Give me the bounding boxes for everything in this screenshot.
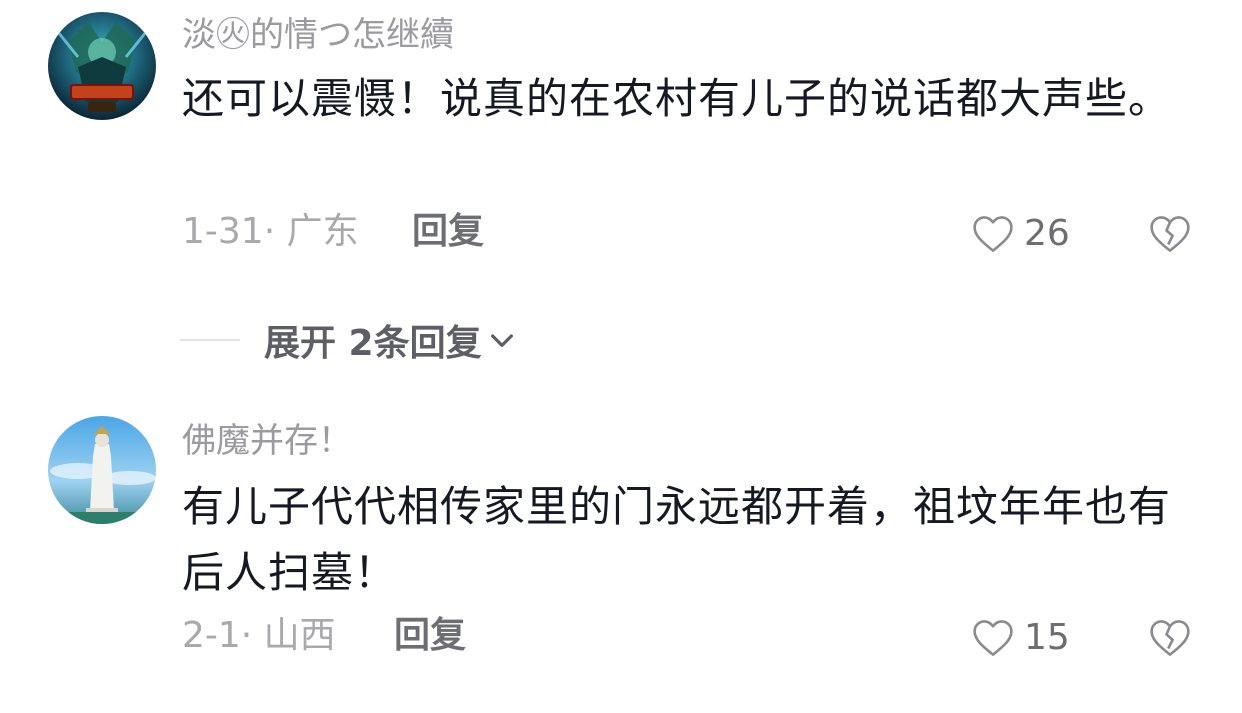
like-button[interactable]: 26 [972, 212, 1070, 256]
heart-outline-icon [973, 620, 1013, 656]
expand-replies-label: 展开 2条回复 [264, 323, 482, 364]
guanyin-statue-avatar-icon [48, 416, 156, 524]
reply-button[interactable]: 回复 [394, 614, 466, 658]
avatar[interactable] [48, 416, 156, 524]
warrior-game-avatar-icon [48, 12, 156, 120]
chevron-down-icon [490, 334, 513, 347]
reply-button[interactable]: 回复 [412, 210, 484, 254]
broken-heart-icon [1150, 620, 1190, 656]
username[interactable]: 淡㊋的情つ怎继續 [182, 14, 454, 56]
comment-text: 有儿子代代相传家里的门永远都开着，祖坟年年也有后人扫墓！ [182, 482, 1172, 597]
expand-replies-row: 展开 2条回复 [180, 316, 518, 364]
comment-date-location: 1-31· 广东 [182, 211, 359, 252]
avatar[interactable] [48, 12, 156, 120]
broken-heart-icon [1150, 216, 1190, 252]
like-count: 26 [1024, 213, 1070, 254]
like-button[interactable]: 15 [972, 616, 1070, 660]
like-count: 15 [1024, 617, 1070, 658]
divider [180, 339, 240, 341]
username[interactable]: 佛魔并存！ [182, 420, 352, 462]
comment-date-location: 2-1· 山西 [182, 615, 336, 656]
dislike-button[interactable] [1148, 212, 1192, 256]
dislike-button[interactable] [1148, 616, 1192, 660]
comment-text: 还可以震慑！说真的在农村有儿子的说话都大声些。 [182, 74, 1172, 123]
heart-outline-icon [973, 216, 1013, 252]
expand-replies-button[interactable]: 展开 2条回复 [264, 314, 518, 366]
